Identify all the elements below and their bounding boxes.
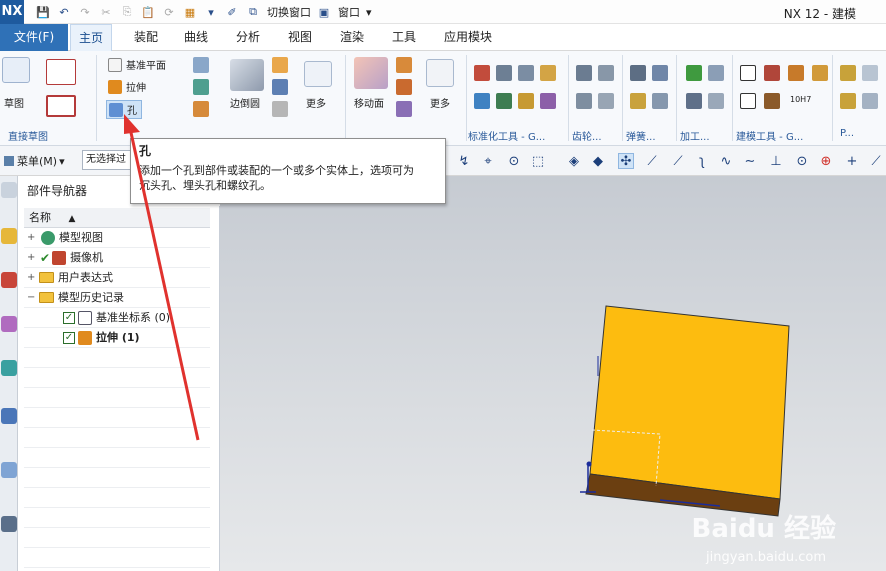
annotation-arrow-layer — [124, 114, 200, 441]
red-arrowhead-icon — [124, 114, 140, 134]
red-arrow-icon — [128, 127, 200, 441]
